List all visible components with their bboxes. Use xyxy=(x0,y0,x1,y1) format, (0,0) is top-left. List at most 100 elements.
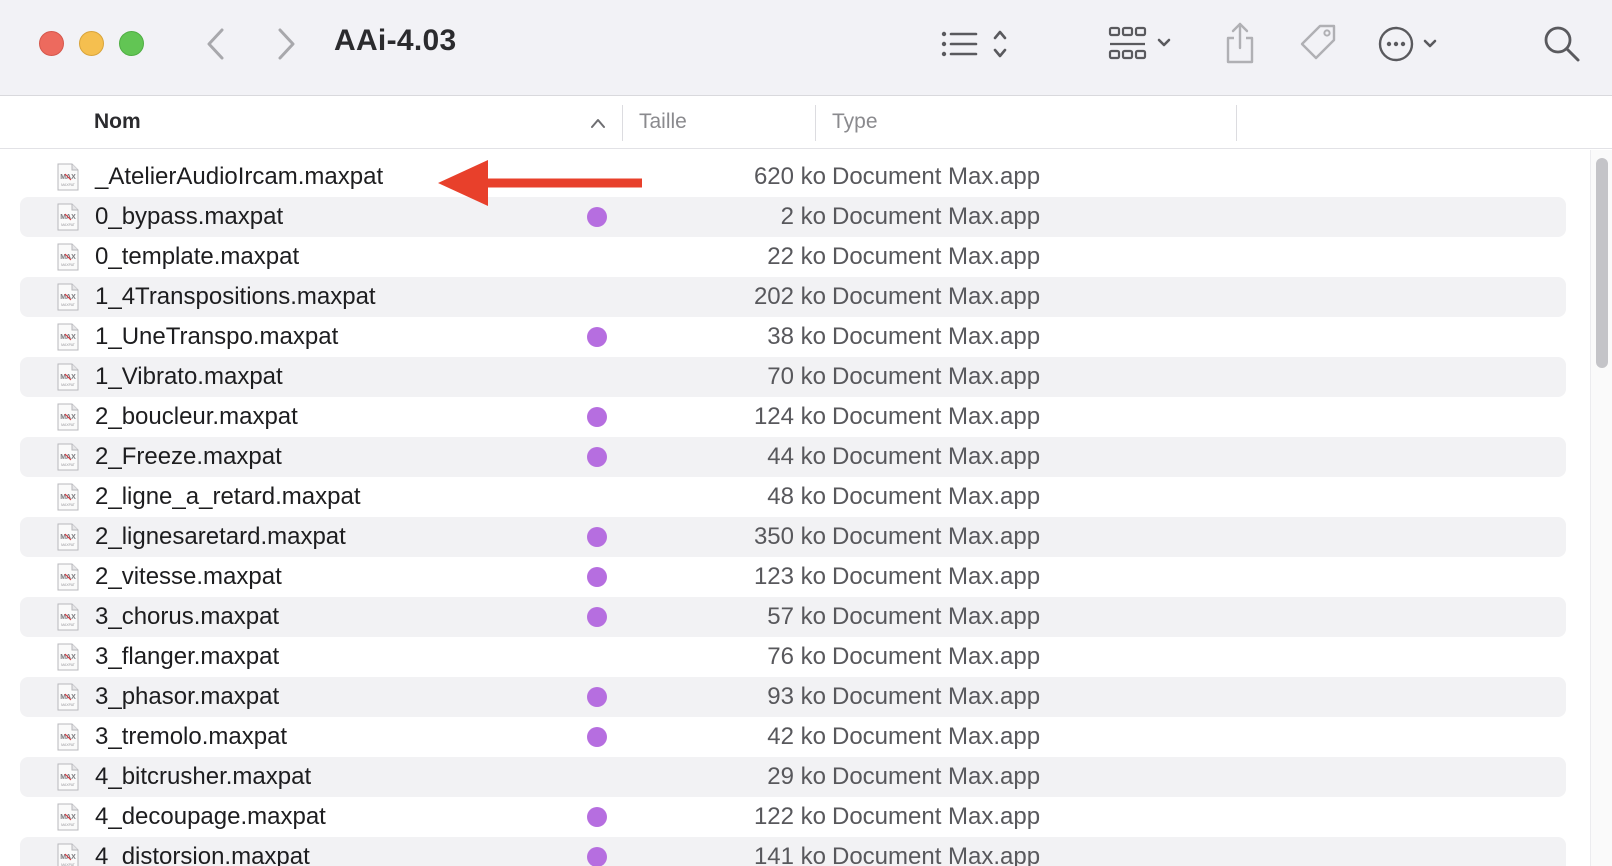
maxpat-document-icon: MAXMAXPAT xyxy=(56,763,80,791)
purple-tag-dot xyxy=(587,407,607,427)
maxpat-document-icon: MAXMAXPAT xyxy=(56,683,80,711)
file-row[interactable]: MAXMAXPAT _AtelierAudioIrcam.maxpat 620 ko… xyxy=(20,157,1566,197)
purple-tag-dot xyxy=(587,727,607,747)
maxpat-document-icon: MAXMAXPAT xyxy=(56,323,80,351)
file-name: 3_phasor.maxpat xyxy=(95,683,280,710)
file-row[interactable]: MAXMAXPAT 0_bypass.maxpat 2 koDocument Max… xyxy=(20,197,1566,237)
svg-text:MAXPAT: MAXPAT xyxy=(61,583,76,587)
scrollbar-thumb[interactable] xyxy=(1596,158,1608,368)
group-by-button[interactable] xyxy=(1105,22,1185,66)
column-divider[interactable] xyxy=(1236,105,1237,141)
file-type: Document Max.app xyxy=(832,563,1041,590)
chevron-right-icon xyxy=(278,28,295,60)
maxpat-document-icon: MAXMAXPAT xyxy=(56,163,80,191)
maxpat-document-icon: MAXMAXPAT xyxy=(56,803,80,831)
column-divider[interactable] xyxy=(815,105,816,141)
svg-text:MAXPAT: MAXPAT xyxy=(61,383,76,387)
maxpat-document-icon: MAXMAXPAT xyxy=(56,363,80,391)
file-row[interactable]: MAXMAXPAT 4_decoupage.maxpat 122 koDocumen… xyxy=(20,797,1566,837)
purple-tag-dot xyxy=(587,687,607,707)
file-row[interactable]: MAXMAXPAT 4_bitcrusher.maxpat 29 koDocumen… xyxy=(20,757,1566,797)
file-size: 42 ko xyxy=(767,723,826,750)
svg-text:MAXPAT: MAXPAT xyxy=(61,783,76,787)
file-type: Document Max.app xyxy=(832,683,1041,710)
more-actions-button[interactable] xyxy=(1378,22,1450,66)
file-type: Document Max.app xyxy=(832,523,1041,550)
file-row[interactable]: MAXMAXPAT 3_chorus.maxpat 57 koDocument Ma… xyxy=(20,597,1566,637)
forward-button[interactable] xyxy=(266,22,306,66)
maxpat-document-icon: MAXMAXPAT xyxy=(56,243,80,271)
file-row[interactable]: MAXMAXPAT 3_flanger.maxpat 76 koDocument M… xyxy=(20,637,1566,677)
file-row[interactable]: MAXMAXPAT 1_UneTranspo.maxpat 38 koDocumen… xyxy=(20,317,1566,357)
file-row[interactable]: MAXMAXPAT 1_Vibrato.maxpat 70 koDocument M… xyxy=(20,357,1566,397)
purple-tag-dot xyxy=(587,207,607,227)
share-button[interactable] xyxy=(1220,20,1260,68)
tag-button[interactable] xyxy=(1296,20,1340,68)
file-type: Document Max.app xyxy=(832,603,1041,630)
file-size: 124 ko xyxy=(753,403,826,430)
file-size: 38 ko xyxy=(767,323,826,350)
file-row[interactable]: MAXMAXPAT 2_Freeze.maxpat 44 koDocument Ma… xyxy=(20,437,1566,477)
file-size: 48 ko xyxy=(767,483,826,510)
file-type: Document Max.app xyxy=(832,483,1041,510)
file-type: Document Max.app xyxy=(832,443,1041,470)
back-button[interactable] xyxy=(196,22,236,66)
file-size: 57 ko xyxy=(767,603,826,630)
view-mode-button[interactable] xyxy=(940,24,1020,64)
share-icon xyxy=(1226,22,1254,64)
file-row[interactable]: MAXMAXPAT 2_lignesaretard.maxpat 350 koDoc… xyxy=(20,517,1566,557)
file-size: 44 ko xyxy=(767,443,826,470)
sort-ascending-icon[interactable] xyxy=(588,113,608,133)
svg-text:MAXPAT: MAXPAT xyxy=(61,303,76,307)
maxpat-document-icon: MAXMAXPAT xyxy=(56,483,80,511)
file-type: Document Max.app xyxy=(832,403,1041,430)
file-name: 2_Freeze.maxpat xyxy=(95,443,282,470)
purple-tag-dot xyxy=(587,447,607,467)
maxpat-document-icon: MAXMAXPAT xyxy=(56,843,80,866)
file-size: 22 ko xyxy=(767,243,826,270)
file-row[interactable]: MAXMAXPAT 4_distorsion.maxpat 141 ko Docume… xyxy=(20,837,1566,866)
chevron-left-icon xyxy=(207,28,224,60)
file-row[interactable]: MAXMAXPAT 2_vitesse.maxpat 123 koDocument … xyxy=(20,557,1566,597)
maxpat-document-icon: MAXMAXPAT xyxy=(56,203,80,231)
file-type: Document Max.app xyxy=(832,803,1041,830)
column-header-type[interactable]: Type xyxy=(832,110,878,134)
search-icon xyxy=(1544,26,1580,62)
file-row[interactable]: MAXMAXPAT 0_template.maxpat 22 koDocument … xyxy=(20,237,1566,277)
column-header-size[interactable]: Taille xyxy=(639,110,687,134)
zoom-window-button[interactable] xyxy=(119,31,144,56)
file-row[interactable]: MAXMAXPAT 3_tremolo.maxpat 42 koDocument M… xyxy=(20,717,1566,757)
svg-text:MAXPAT: MAXPAT xyxy=(61,343,76,347)
annotation-arrow-icon xyxy=(438,160,642,206)
file-name: 2_lignesaretard.maxpat xyxy=(95,523,346,550)
file-name: 3_flanger.maxpat xyxy=(95,643,280,670)
maxpat-document-icon: MAXMAXPAT xyxy=(56,723,80,751)
file-name: 2_boucleur.maxpat xyxy=(95,403,298,430)
file-row[interactable]: MAXMAXPAT 2_ligne_a_retard.maxpat 48 koDoc… xyxy=(20,477,1566,517)
close-window-button[interactable] xyxy=(39,31,64,56)
file-name: 2_vitesse.maxpat xyxy=(95,563,282,590)
svg-text:MAXPAT: MAXPAT xyxy=(61,543,76,547)
window-toolbar: AAi-4.03 xyxy=(0,0,1612,96)
search-button[interactable] xyxy=(1540,22,1584,66)
minimize-window-button[interactable] xyxy=(79,31,104,56)
file-row[interactable]: MAXMAXPAT 2_boucleur.maxpat 124 koDocument… xyxy=(20,397,1566,437)
svg-text:MAXPAT: MAXPAT xyxy=(61,463,76,467)
file-name: 0_template.maxpat xyxy=(95,243,300,270)
file-name: 4_bitcrusher.maxpat xyxy=(95,763,312,790)
maxpat-document-icon: MAXMAXPAT xyxy=(56,403,80,431)
file-row[interactable]: MAXMAXPAT 1_4Transpositions.maxpat 202 koD… xyxy=(20,277,1566,317)
purple-tag-dot xyxy=(587,607,607,627)
purple-tag-dot xyxy=(587,807,607,827)
icon-grid-icon xyxy=(1108,26,1171,60)
column-divider[interactable] xyxy=(622,105,623,141)
vertical-scrollbar[interactable] xyxy=(1590,150,1612,866)
file-size: 70 ko xyxy=(767,363,826,390)
file-type: Document Max.app xyxy=(832,283,1041,310)
maxpat-document-icon: MAXMAXPAT xyxy=(56,443,80,471)
purple-tag-dot xyxy=(587,527,607,547)
column-header-name[interactable]: Nom xyxy=(94,110,141,134)
file-name: 4_decoupage.maxpat xyxy=(95,803,326,830)
file-row[interactable]: MAXMAXPAT 3_phasor.maxpat 93 koDocument Ma… xyxy=(20,677,1566,717)
maxpat-document-icon: MAXMAXPAT xyxy=(56,563,80,591)
